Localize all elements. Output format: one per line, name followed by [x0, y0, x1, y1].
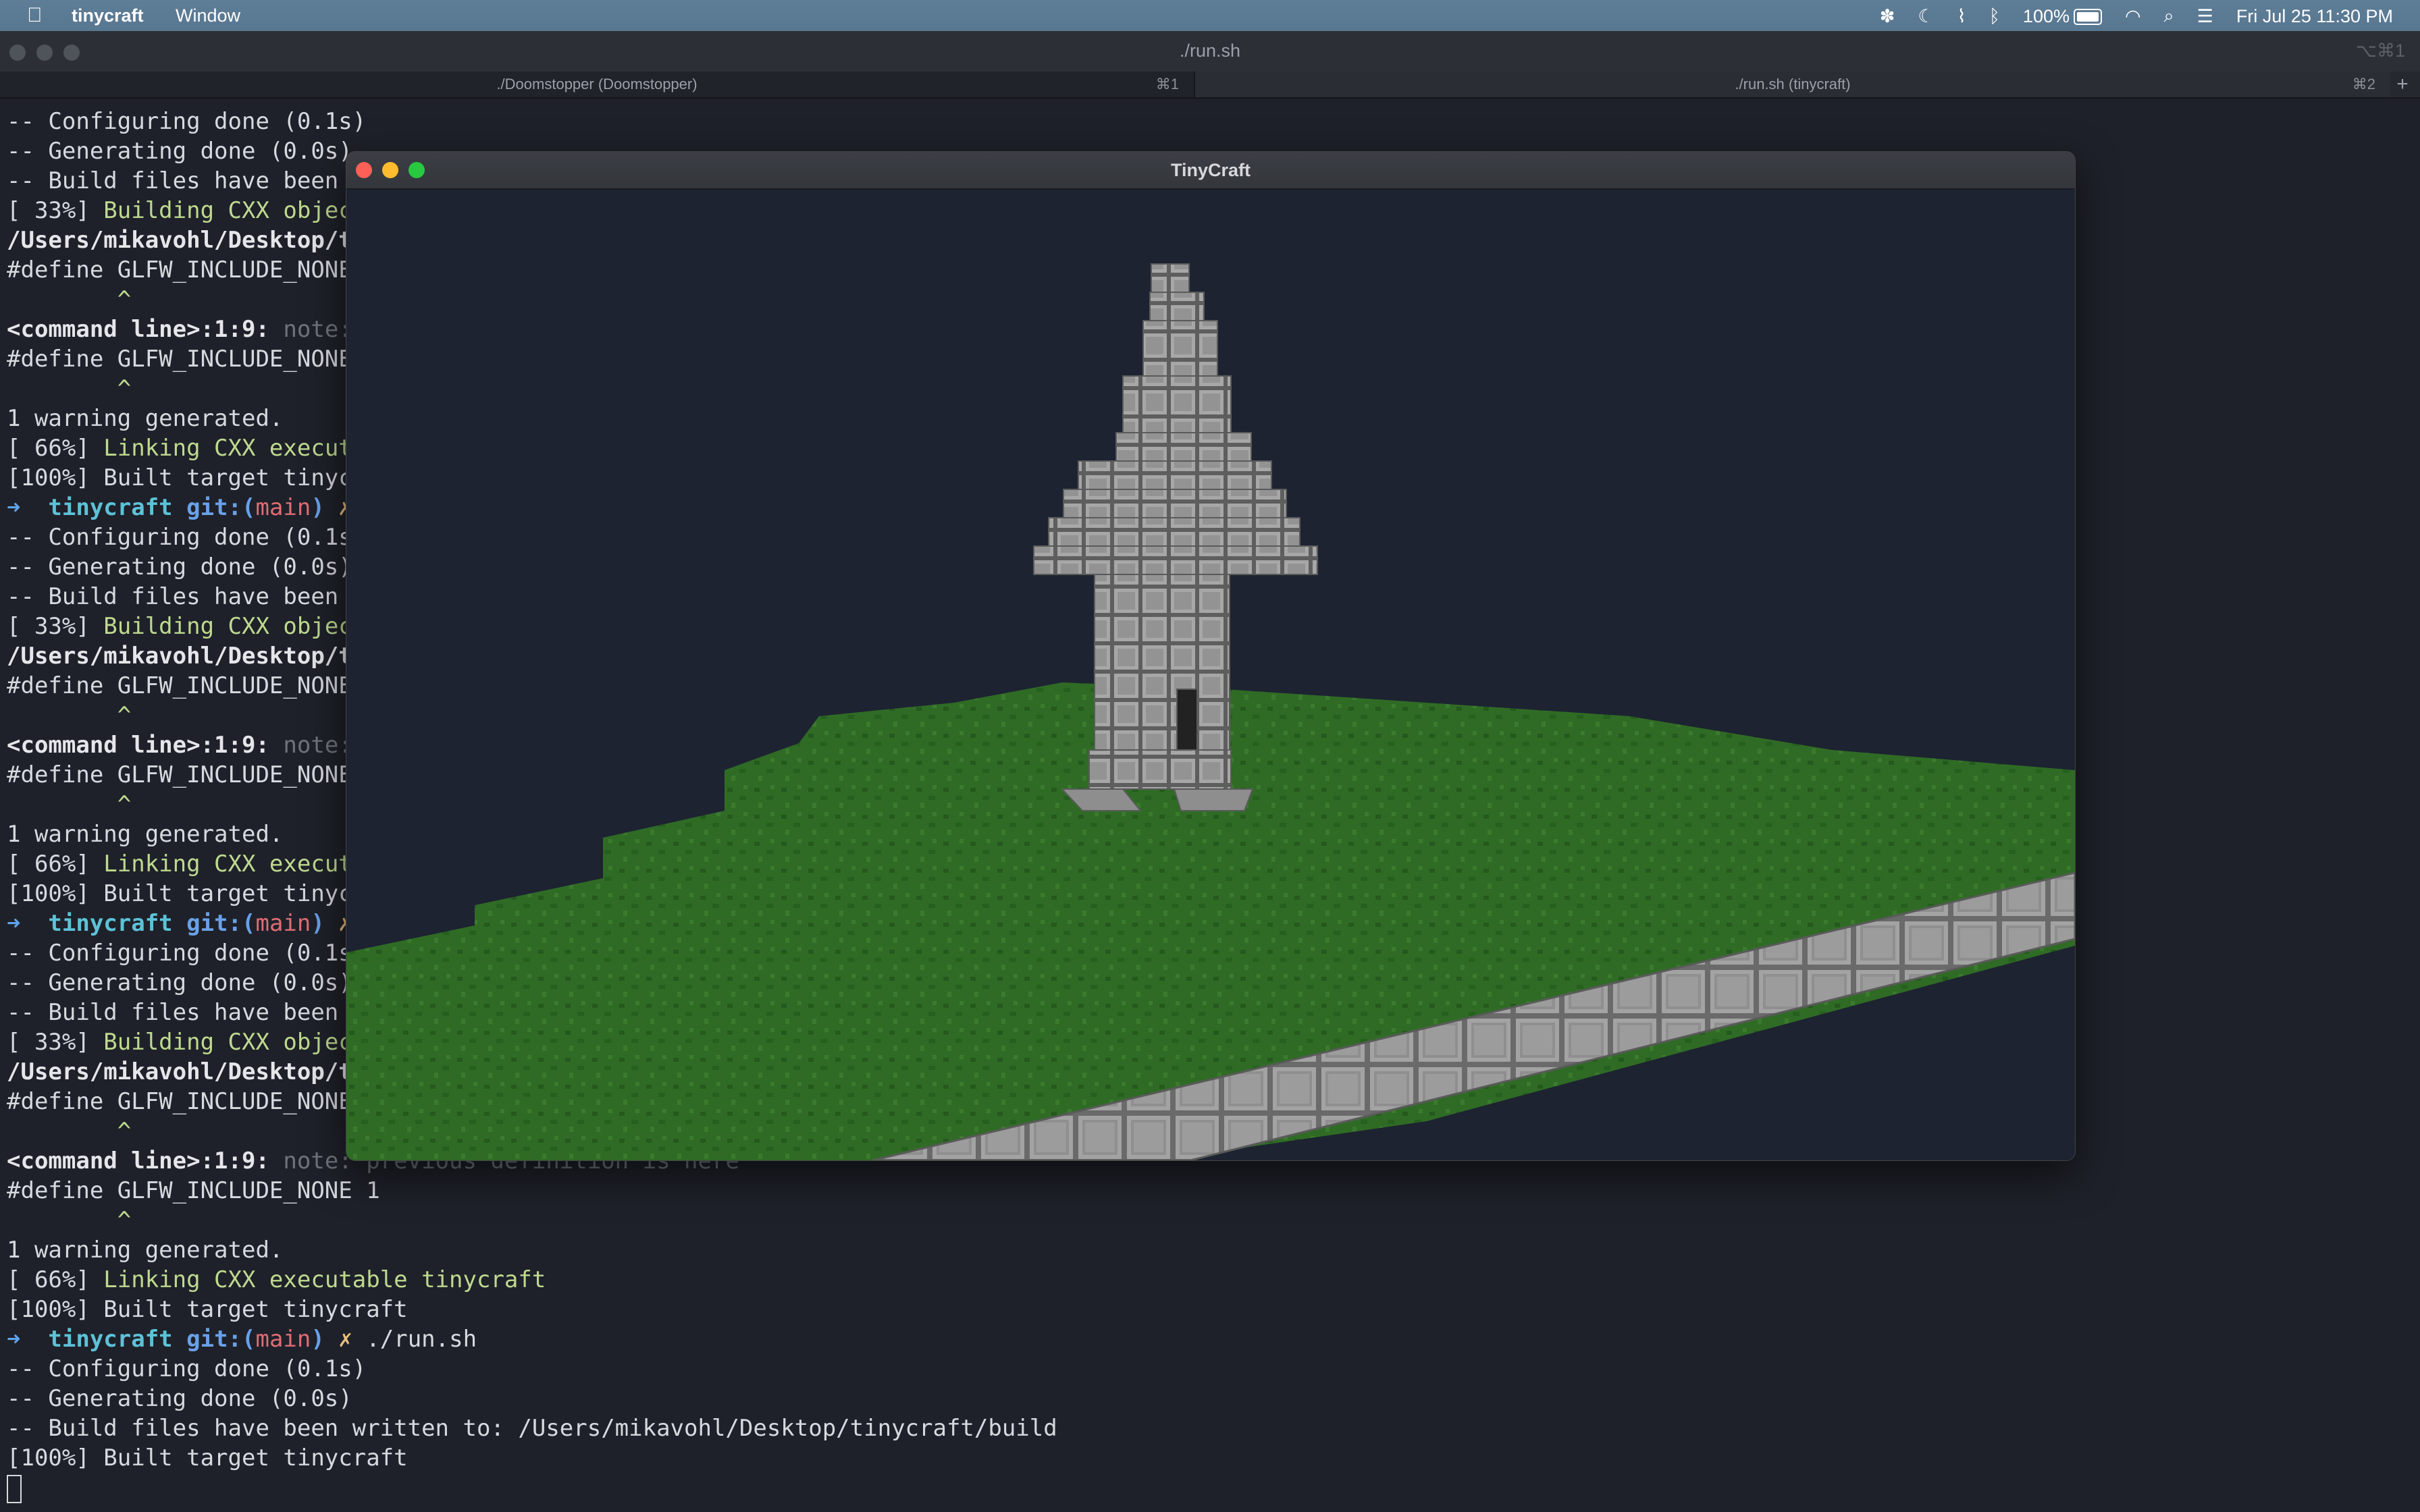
- terminal-line: [100%] Built target tinycraft: [7, 1295, 2411, 1324]
- terminal-line: ^: [7, 1206, 2411, 1235]
- menu-app-name[interactable]: tinycraft: [72, 5, 144, 26]
- window-shortcut: ⌥⌘1: [2355, 40, 2405, 61]
- terminal-prompt-line: [7, 1473, 2411, 1503]
- terminal-text: -- Configuring done (0.1s): [7, 940, 367, 967]
- tinycraft-window: TinyCraft: [346, 151, 2076, 1161]
- wifi-icon[interactable]: ◠: [2125, 6, 2141, 27]
- terminal-line: -- Configuring done (0.1s): [7, 1354, 2411, 1384]
- menu-bar:  tinycraft Window ✽ ☾ ⌇ ᛒ 100% ◠ ⌕ ☰ Fr…: [0, 0, 2420, 31]
- terminal-text: ): [311, 910, 339, 937]
- moon-icon[interactable]: ☾: [1918, 6, 1934, 27]
- terminal-line: -- Configuring done (0.1s): [7, 107, 2411, 136]
- control-center-icon[interactable]: ☰: [2197, 6, 2213, 27]
- terminal-text: ): [311, 494, 339, 521]
- terminal-line: 1 warning generated.: [7, 1235, 2411, 1265]
- terminal-text: git:(: [186, 494, 256, 521]
- tab-shortcut: ⌘1: [1155, 76, 1179, 92]
- terminal-text: 1 warning generated.: [7, 1237, 284, 1264]
- terminal-text: [ 33%]: [7, 197, 104, 224]
- terminal-text: -- Generating done (0.0s): [7, 554, 352, 580]
- terminal-text: -- Configuring done (0.1s): [7, 1355, 367, 1382]
- terminal-text: [ 66%]: [7, 1266, 104, 1293]
- terminal-text: ➜: [7, 910, 49, 937]
- terminal-text: #define GLFW_INCLUDE_NONE 1: [7, 346, 380, 373]
- terminal-titlebar[interactable]: ./run.sh ⌥⌘1: [0, 31, 2420, 72]
- apple-logo-icon[interactable]: : [27, 4, 43, 27]
- game-title: TinyCraft: [1170, 160, 1251, 180]
- terminal-text: [100%] Built target tinycraft: [7, 1444, 408, 1472]
- terminal-text: ^: [7, 375, 132, 402]
- antenna-icon[interactable]: ⌇: [1957, 6, 1966, 27]
- terminal-text: #define GLFW_INCLUDE_NONE 1: [7, 1177, 380, 1204]
- terminal-text: main: [255, 910, 311, 937]
- terminal-text: <command line>:1:9:: [7, 316, 284, 343]
- text-cursor: [7, 1474, 22, 1503]
- terminal-text: ➜: [7, 494, 49, 521]
- battery-indicator[interactable]: 100%: [2023, 6, 2102, 27]
- tab-label: ./run.sh (tinycraft): [1735, 76, 1851, 92]
- terminal-text: #define GLFW_INCLUDE_NONE 1: [7, 761, 380, 788]
- terminal-text: #define GLFW_INCLUDE_NONE: [7, 672, 352, 699]
- terminal-text: Linking CXX executable tinycraft: [103, 1266, 546, 1293]
- terminal-text: tinycraft: [48, 910, 187, 937]
- tab-bar: ./Doomstopper (Doomstopper) ⌘1 ./run.sh …: [0, 72, 2420, 99]
- terminal-text: -- Generating done (0.0s): [7, 138, 352, 165]
- terminal-text: ➜: [7, 1326, 49, 1353]
- terminal-title: ./run.sh: [1179, 40, 1241, 61]
- terminal-text: main: [255, 494, 311, 521]
- status-area: ✽ ☾ ⌇ ᛒ 100% ◠ ⌕ ☰ Fri Jul 25 11:30 PM: [1880, 5, 2393, 27]
- terminal-text: [ 66%]: [7, 435, 104, 462]
- terminal-line: -- Generating done (0.0s): [7, 1384, 2411, 1413]
- terminal-text: <command line>:1:9:: [7, 732, 284, 759]
- terminal-line: [ 66%] Linking CXX executable tinycraft: [7, 1265, 2411, 1295]
- terminal-text: ^: [7, 791, 132, 818]
- terminal-text: main: [255, 1326, 311, 1353]
- terminal-line: #define GLFW_INCLUDE_NONE 1: [7, 1176, 2411, 1206]
- game-titlebar[interactable]: TinyCraft: [346, 152, 2075, 190]
- tab-shortcut: ⌘2: [2352, 76, 2375, 92]
- new-tab-button[interactable]: +: [2392, 72, 2413, 97]
- terminal-text: -- Generating done (0.0s): [7, 969, 352, 996]
- terminal-text: -- Generating done (0.0s): [7, 1385, 352, 1412]
- menu-window[interactable]: Window: [176, 5, 240, 26]
- terminal-line: ➜ tinycraft git:(main) ✗ ./run.sh: [7, 1324, 2411, 1354]
- battery-icon: [2073, 9, 2102, 26]
- terminal-text: #define GLFW_INCLUDE_NONE: [7, 1088, 352, 1115]
- terminal-text: -- Configuring done (0.1s): [7, 524, 367, 551]
- clock[interactable]: Fri Jul 25 11:30 PM: [2236, 6, 2393, 27]
- terminal-text: ^: [7, 1118, 132, 1145]
- terminal-text: ): [311, 1326, 339, 1353]
- terminal-text: tinycraft: [48, 1326, 187, 1353]
- terminal-text: git:(: [186, 910, 256, 937]
- terminal-text: tinycraft: [48, 494, 187, 521]
- tab-label: ./Doomstopper (Doomstopper): [496, 76, 698, 92]
- terminal-text: ^: [7, 702, 132, 729]
- terminal-line: -- Build files have been written to: /Us…: [7, 1413, 2411, 1443]
- bluetooth-icon[interactable]: ᛒ: [1989, 6, 2000, 27]
- terminal-text: [100%] Built target tinycraft: [7, 1296, 408, 1323]
- terminal-line: [100%] Built target tinycraft: [7, 1443, 2411, 1473]
- fan-icon[interactable]: ✽: [1880, 6, 1895, 27]
- terminal-text: ./run.sh: [366, 1326, 477, 1353]
- battery-percent: 100%: [2022, 5, 2070, 26]
- search-icon[interactable]: ⌕: [2164, 5, 2174, 27]
- terminal-text: 1 warning generated.: [7, 821, 284, 848]
- terminal-text: <command line>:1:9:: [7, 1148, 284, 1174]
- terminal-text: ^: [7, 286, 132, 313]
- game-viewport[interactable]: [346, 190, 2075, 1160]
- terminal-text: [ 33%]: [7, 613, 104, 640]
- terminal-text: ^: [7, 1207, 132, 1234]
- terminal-text: [ 33%]: [7, 1029, 104, 1056]
- voxel-scene: [346, 263, 2075, 1160]
- terminal-text: -- Build files have been written to: /Us…: [7, 1415, 1057, 1442]
- terminal-text: [ 66%]: [7, 850, 104, 878]
- terminal-text: ✗: [338, 1326, 367, 1353]
- terminal-text: -- Configuring done (0.1s): [7, 108, 367, 135]
- terminal-text: 1 warning generated.: [7, 405, 284, 432]
- terminal-text: #define GLFW_INCLUDE_NONE: [7, 256, 352, 284]
- tab-tinycraft[interactable]: ./run.sh (tinycraft) ⌘2: [1195, 72, 2390, 97]
- terminal-text: git:(: [186, 1326, 256, 1353]
- tab-doomstopper[interactable]: ./Doomstopper (Doomstopper) ⌘1: [0, 72, 1195, 97]
